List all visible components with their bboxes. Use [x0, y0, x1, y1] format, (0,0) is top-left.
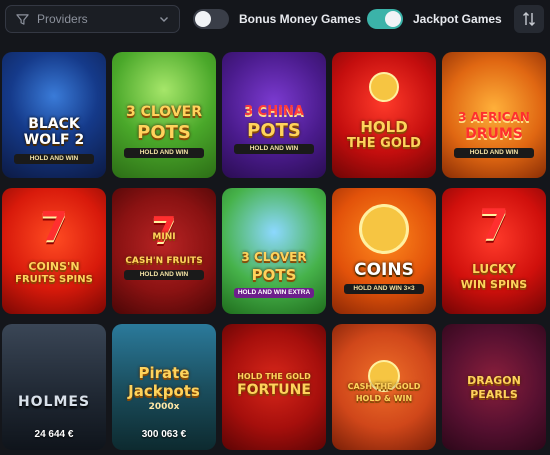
- game-tile-holmes[interactable]: HOLMES 24 644 €: [2, 324, 106, 450]
- jackpot-amount: 24 644 €: [34, 429, 74, 440]
- game-subtitle: POTS: [137, 122, 191, 143]
- game-tile-black-wolf-2[interactable]: BLACK WOLF 2 HOLD AND WIN: [2, 52, 106, 178]
- game-subtitle: DRUMS: [465, 126, 523, 142]
- game-title: Pirate: [138, 364, 190, 382]
- game-tile-lucky-win-spins[interactable]: 7 LUCKY WIN SPINS: [442, 188, 546, 314]
- game-tag: HOLD AND WIN: [124, 270, 204, 280]
- game-title: 3 CLOVER: [241, 250, 307, 264]
- seven-symbol: 7: [151, 210, 177, 251]
- game-title: 3 CLOVER: [125, 104, 202, 120]
- game-tile-3-clover-pots[interactable]: 3 CLOVER POTS HOLD AND WIN: [112, 52, 216, 178]
- game-tag: HOLD AND WIN 3×3: [344, 284, 424, 294]
- game-title: CASH THE GOLD: [347, 382, 421, 391]
- game-tile-coins[interactable]: COINS HOLD AND WIN 3×3: [332, 188, 436, 314]
- game-tile-pirate-jackpots[interactable]: Pirate Jackpots 2000x 300 063 €: [112, 324, 216, 450]
- game-title: HOLMES: [17, 394, 91, 410]
- game-title: HOLD: [360, 118, 408, 136]
- game-title: BLACK: [28, 116, 80, 132]
- sort-button[interactable]: [514, 5, 544, 33]
- game-title: 3 CHINA: [244, 104, 304, 119]
- jackpot-games-toggle-group: Jackpot Games: [367, 8, 502, 30]
- game-subtitle: CASH'N FRUITS: [125, 256, 203, 266]
- game-tag: HOLD AND WIN EXTRA: [234, 288, 314, 298]
- providers-label: Providers: [37, 12, 88, 26]
- game-tile-hold-the-gold-fortune[interactable]: HOLD THE GOLD FORTUNE: [222, 324, 326, 450]
- jackpot-games-toggle[interactable]: [367, 9, 403, 29]
- game-title: COINS'N: [28, 260, 80, 273]
- game-subtitle: HOLD & WIN: [355, 394, 413, 403]
- game-title: DRAGON: [467, 374, 521, 387]
- game-tag: HOLD AND WIN: [234, 144, 314, 154]
- bonus-money-label: Bonus Money Games: [239, 12, 362, 26]
- game-tile-dragon-pearls[interactable]: DRAGON PEARLS: [442, 324, 546, 450]
- game-tag: HOLD AND WIN: [124, 148, 204, 158]
- game-title: COINS: [354, 260, 414, 280]
- game-tag: HOLD AND WIN: [454, 148, 534, 158]
- game-tile-hold-the-gold[interactable]: HOLD THE GOLD: [332, 52, 436, 178]
- top-filter-bar: Providers Bonus Money Games Jackpot Game…: [0, 0, 550, 40]
- jackpot-amount: 300 063 €: [141, 429, 187, 440]
- bonus-money-toggle-group: Bonus Money Games: [193, 8, 361, 30]
- game-tile-3-china-pots[interactable]: 3 CHINA POTS HOLD AND WIN: [222, 52, 326, 178]
- bonus-money-toggle[interactable]: [193, 9, 229, 29]
- toggle-knob: [385, 11, 401, 27]
- game-title: HOLD THE GOLD: [237, 372, 311, 381]
- game-multiplier: 2000x: [148, 402, 180, 412]
- chevron-down-icon: [160, 17, 168, 22]
- game-subtitle: WOLF 2: [23, 132, 85, 148]
- game-subtitle: THE GOLD: [347, 136, 421, 151]
- game-subtitle: POTS: [251, 266, 297, 284]
- game-tile-cash-the-gold[interactable]: CASH THE GOLD HOLD & WIN: [332, 324, 436, 450]
- seven-symbol: 7: [40, 204, 68, 250]
- game-title: 3 AFRICAN: [458, 110, 530, 124]
- game-subtitle: FORTUNE: [237, 382, 311, 398]
- coin-icon: [359, 204, 409, 254]
- game-subtitle: WIN SPINS: [460, 278, 528, 291]
- seven-symbol: 7: [479, 200, 509, 249]
- sort-icon: [523, 12, 535, 26]
- game-subtitle: POTS: [247, 120, 301, 141]
- game-art: [332, 52, 436, 178]
- game-tile-mini-cash-n-fruits[interactable]: 7 MINI CASH'N FRUITS HOLD AND WIN: [112, 188, 216, 314]
- jackpot-games-label: Jackpot Games: [413, 12, 502, 26]
- game-subtitle: PEARLS: [470, 388, 518, 401]
- providers-dropdown[interactable]: Providers: [5, 5, 180, 33]
- game-tile-3-clover-pots-extra[interactable]: 3 CLOVER POTS HOLD AND WIN EXTRA: [222, 188, 326, 314]
- game-art: [442, 324, 546, 450]
- game-art: [112, 188, 216, 314]
- toggle-knob: [195, 11, 211, 27]
- filter-icon: [16, 13, 29, 25]
- game-tile-3-african-drums[interactable]: 3 AFRICAN DRUMS HOLD AND WIN: [442, 52, 546, 178]
- game-subtitle: FRUITS SPINS: [15, 274, 93, 285]
- game-title: LUCKY: [472, 262, 516, 276]
- game-tag: HOLD AND WIN: [14, 154, 94, 164]
- game-subtitle: Jackpots: [128, 382, 200, 400]
- game-tile-coins-n-fruits-spins[interactable]: 7 COINS'N FRUITS SPINS: [2, 188, 106, 314]
- game-title: MINI: [152, 232, 176, 242]
- coin-icon: [369, 72, 399, 102]
